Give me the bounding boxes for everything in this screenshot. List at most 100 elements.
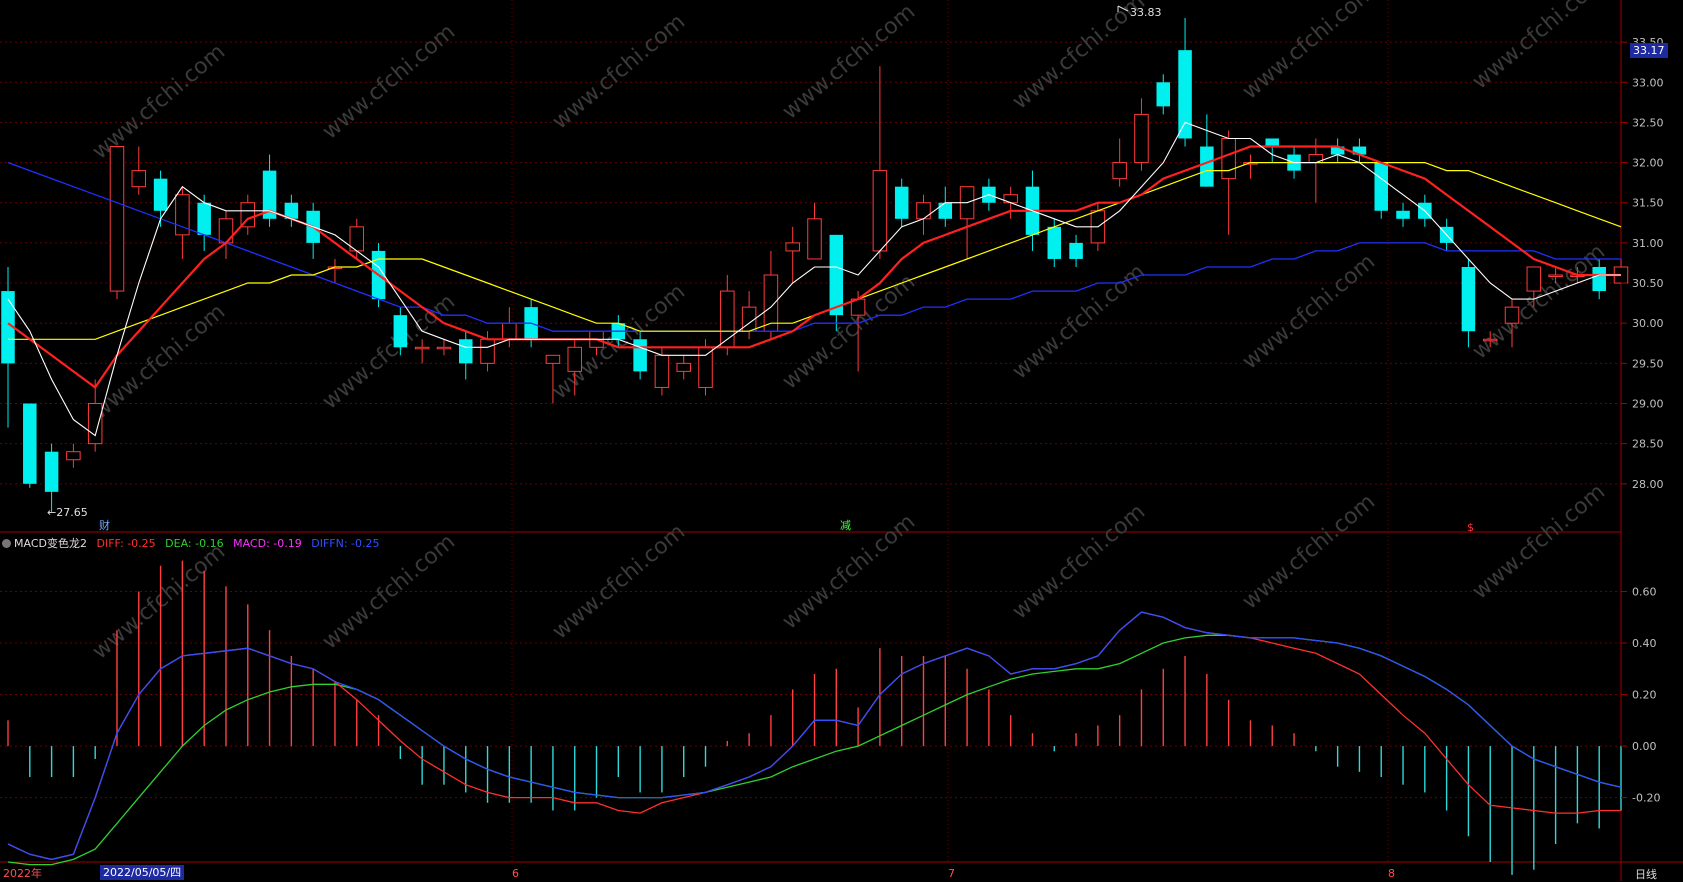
y-axis-labels: 28.00 28.50 29.00 29.50 30.00 30.50 31.00 31.50… bbox=[1621, 36, 1664, 805]
candle bbox=[1308, 138, 1324, 203]
candle-body bbox=[502, 322, 517, 340]
candle-body bbox=[131, 170, 147, 188]
candle-body bbox=[23, 403, 37, 484]
candle-body bbox=[785, 242, 800, 252]
candle bbox=[1396, 202, 1410, 227]
y-tick-label: 29.50 bbox=[1632, 357, 1664, 370]
candle-body bbox=[1504, 306, 1520, 324]
candle bbox=[262, 154, 277, 227]
candle-body bbox=[153, 178, 168, 211]
watermark-text: www.cfchi.com bbox=[318, 289, 460, 414]
candle-body bbox=[872, 170, 888, 252]
candle bbox=[240, 194, 256, 235]
candle-body bbox=[676, 362, 691, 372]
annotations: 33.83 ←27.65 财 减 $ 2022年 6 7 8 bbox=[3, 5, 1474, 880]
candle-body bbox=[66, 451, 81, 461]
month-label-7: 7 bbox=[948, 867, 955, 880]
candle-body bbox=[894, 186, 909, 219]
candle-body bbox=[1112, 162, 1127, 180]
watermark-layer: www.cfchi.com www.cfchi.com www.cfchi.com w… bbox=[88, 0, 1610, 665]
y-tick-label: -0.20 bbox=[1632, 792, 1660, 805]
candle bbox=[1221, 130, 1236, 235]
candle bbox=[349, 218, 365, 259]
y-tick-label: 28.50 bbox=[1632, 438, 1664, 451]
y-tick-label: 30.50 bbox=[1632, 277, 1664, 290]
y-tick-label: 31.50 bbox=[1632, 197, 1664, 210]
candle bbox=[109, 146, 125, 300]
y-tick-label: 33.00 bbox=[1632, 76, 1664, 89]
candle-body bbox=[1482, 338, 1498, 342]
candle-body bbox=[1396, 210, 1410, 219]
candle-body bbox=[197, 202, 211, 235]
candle bbox=[1047, 218, 1062, 267]
current-price-box: 33.17 bbox=[1630, 43, 1668, 58]
low-price-label: ←27.65 bbox=[47, 506, 88, 519]
candle-body bbox=[633, 339, 647, 372]
candle-body bbox=[654, 354, 670, 388]
candle-body bbox=[480, 338, 495, 364]
candle-body bbox=[1526, 266, 1542, 292]
candle bbox=[1156, 74, 1171, 115]
candle-body bbox=[1548, 274, 1563, 278]
watermark-text: www.cfchi.com bbox=[88, 539, 230, 664]
dea-line bbox=[7, 634, 1622, 866]
candle bbox=[218, 210, 234, 259]
candle-body bbox=[458, 339, 473, 364]
diff-value: DIFF: -0.25 bbox=[96, 537, 156, 550]
y-tick-label: 0.00 bbox=[1632, 740, 1657, 753]
candle bbox=[1112, 138, 1127, 187]
candle-body bbox=[1374, 162, 1388, 211]
grid bbox=[0, 0, 1683, 881]
candle bbox=[654, 347, 670, 396]
candle bbox=[959, 186, 975, 259]
y-tick-label: 30.00 bbox=[1632, 317, 1664, 330]
candle-body bbox=[109, 146, 125, 292]
y-tick-label: 32.00 bbox=[1632, 157, 1664, 170]
candle-body bbox=[1221, 137, 1236, 180]
watermark-text: www.cfchi.com bbox=[1008, 0, 1150, 115]
candle bbox=[763, 250, 779, 340]
candle bbox=[66, 443, 81, 468]
macd-value: MACD: -0.19 bbox=[233, 537, 302, 550]
candle-body bbox=[1265, 138, 1280, 147]
candle-body bbox=[1461, 266, 1476, 332]
candle bbox=[1330, 138, 1345, 163]
high-price-label: 33.83 bbox=[1130, 6, 1162, 19]
candle bbox=[1178, 18, 1192, 147]
candle bbox=[131, 146, 147, 195]
candle-body bbox=[414, 346, 430, 350]
y-tick-label: 31.00 bbox=[1632, 237, 1664, 250]
watermark-text: www.cfchi.com bbox=[88, 39, 230, 164]
candle bbox=[1374, 162, 1388, 219]
candle-body bbox=[807, 218, 822, 260]
watermark-text: www.cfchi.com bbox=[778, 0, 920, 125]
watermark-text: www.cfchi.com bbox=[1238, 249, 1380, 374]
candle bbox=[23, 403, 37, 488]
dea-value: DEA: -0.16 bbox=[165, 537, 224, 550]
watermark-text: www.cfchi.com bbox=[1238, 489, 1380, 614]
chart-stage[interactable]: www.cfchi.com www.cfchi.com www.cfchi.com w… bbox=[0, 0, 1683, 881]
candle bbox=[87, 379, 103, 452]
watermark-text: www.cfchi.com bbox=[1468, 0, 1610, 95]
watermark-text: www.cfchi.com bbox=[1008, 499, 1150, 624]
candle bbox=[175, 186, 190, 259]
y-tick-label: 0.60 bbox=[1632, 586, 1657, 599]
candle bbox=[785, 226, 800, 284]
candle-body bbox=[916, 202, 931, 220]
indicator-toggle-icon[interactable] bbox=[2, 539, 11, 548]
candle-body bbox=[1069, 242, 1083, 259]
event-marker-cai: 财 bbox=[99, 518, 110, 532]
indicator-name[interactable]: MACD变色龙2 bbox=[14, 537, 87, 550]
event-marker-jian: 减 bbox=[840, 519, 851, 532]
candle-body bbox=[393, 315, 408, 348]
candle bbox=[1134, 98, 1149, 171]
macd-indicator-header[interactable]: MACD变色龙2 DIFF: -0.25 DEA: -0.16 MACD: -0… bbox=[2, 535, 386, 551]
candle-body bbox=[1047, 226, 1062, 259]
diffn-value: DIFFN: -0.25 bbox=[311, 537, 380, 550]
candle-body bbox=[1200, 146, 1214, 187]
y-tick-label: 29.00 bbox=[1632, 398, 1664, 411]
candle bbox=[284, 194, 299, 227]
timeframe-label[interactable]: 日线 bbox=[1635, 866, 1657, 882]
watermark-text: www.cfchi.com bbox=[318, 19, 460, 144]
watermark-text: www.cfchi.com bbox=[88, 299, 230, 424]
